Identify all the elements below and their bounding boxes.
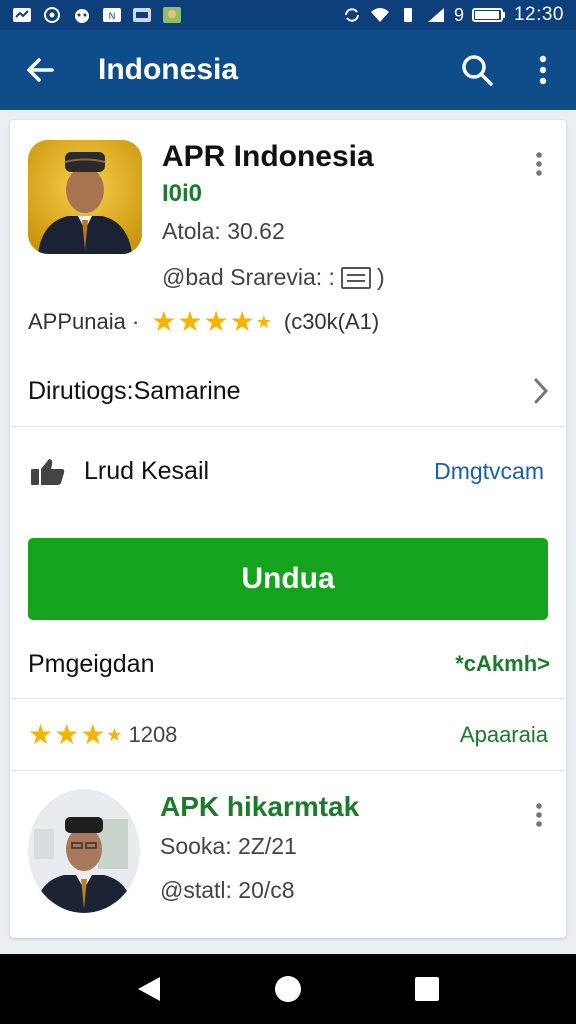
notification-app-icon	[13, 8, 31, 22]
notification-app-icon: N	[103, 8, 121, 22]
related-app-portrait	[28, 789, 140, 913]
app-subtitle: I0i0	[162, 180, 203, 207]
review-stars: ★ ★ ★ ★	[28, 718, 123, 750]
arrow-left-icon	[27, 58, 54, 82]
recents-square-icon	[414, 977, 439, 1001]
star-icon: ★	[151, 306, 177, 337]
back-triangle-icon	[138, 977, 161, 1001]
related-app-version: Sooka: 2Z/21	[160, 833, 297, 859]
system-icons: 9 12:30	[342, 4, 564, 26]
related-app-avatar	[28, 789, 140, 913]
app-developer: @bad Srarevia: : )	[162, 264, 385, 291]
app-name: APR Indonesia	[162, 140, 374, 173]
half-star-icon: ★	[106, 724, 123, 745]
svg-text:N: N	[109, 11, 116, 21]
star-icon: ★	[203, 306, 229, 337]
battery-icon	[471, 8, 505, 22]
wifi-icon	[370, 8, 389, 22]
page-title: Indonesia	[98, 53, 239, 86]
app-category: APPunaia ·	[28, 309, 140, 334]
nav-back-button[interactable]	[119, 959, 179, 1019]
chevron-right-icon	[534, 378, 549, 404]
feature-link[interactable]: Dmgtvcam	[434, 458, 544, 485]
home-circle-icon	[274, 976, 301, 1002]
app-header: APR Indonesia I0i0 Atola: 30.62 @bad Sra…	[10, 120, 566, 368]
star-icon: ★	[177, 306, 203, 337]
data-sync-icon	[344, 8, 359, 22]
related-app-size: @statl: 20/c8	[160, 877, 295, 903]
notification-app-icon	[163, 7, 181, 23]
star-icon: ★	[80, 718, 106, 750]
nav-recents-button[interactable]	[397, 959, 457, 1019]
notification-icons: N	[12, 6, 182, 24]
system-navigation-bar	[0, 954, 576, 1024]
rating-count: (c30k(A1)	[283, 309, 380, 334]
search-icon	[462, 55, 493, 86]
related-app-item[interactable]: APK hikarmtak Sooka: 2Z/21 @statl: 20/c8	[10, 770, 566, 938]
status-bar: N 9 12:30	[0, 0, 576, 30]
permissions-label: Pmgeigdan	[28, 649, 155, 678]
app-version: Atola: 30.62	[162, 218, 285, 244]
star-icon: ★	[54, 718, 80, 750]
permissions-row[interactable]: Pmgeigdan *cAkmh>	[10, 630, 566, 698]
clock: 12:30	[513, 4, 564, 25]
app-more-button[interactable]	[524, 144, 554, 184]
notification-app-icon	[75, 9, 89, 23]
app-icon	[28, 140, 142, 254]
install-button[interactable]: Undua	[28, 538, 548, 620]
nav-home-button[interactable]	[258, 959, 318, 1019]
top-app-bar: Indonesia	[0, 30, 576, 110]
thumbs-up-icon	[31, 458, 65, 485]
reviews-link[interactable]: Apaaraia	[460, 722, 548, 748]
more-vert-icon	[539, 55, 547, 85]
app-icon-portrait	[28, 140, 142, 254]
distribution-row[interactable]: Dirutiogs:Samarine	[10, 356, 566, 426]
developer-label: @bad Srarevia: :	[162, 264, 335, 290]
vibrate-icon	[403, 8, 412, 22]
reviews-count: 1208	[128, 721, 178, 747]
rating-stars: ★ ★ ★ ★ ★	[151, 308, 272, 336]
back-button[interactable]	[0, 30, 80, 110]
developer-icon	[340, 266, 371, 289]
search-button[interactable]	[444, 30, 510, 110]
distribution-label: Dirutiogs:Samarine	[28, 376, 241, 405]
feature-label: Lrud Kesail	[84, 457, 210, 485]
permissions-link[interactable]: *cAkmh>	[455, 651, 550, 677]
rating-row: APPunaia · ★ ★ ★ ★ ★ (c30k(A1)	[28, 308, 379, 336]
overflow-menu-button[interactable]	[510, 30, 576, 110]
more-vert-icon	[536, 152, 542, 176]
related-app-title: APK hikarmtak	[160, 791, 360, 822]
feature-row: Lrud Kesail Dmgtvcam	[10, 426, 566, 516]
related-more-button[interactable]	[524, 795, 554, 835]
reviews-row: ★ ★ ★ ★ 1208 Apaaraia	[10, 698, 566, 770]
star-icon: ★	[229, 306, 255, 337]
more-vert-icon	[536, 803, 542, 827]
app-detail-card: APR Indonesia I0i0 Atola: 30.62 @bad Sra…	[10, 120, 566, 938]
battery-percent: 9	[453, 4, 464, 25]
developer-suffix: )	[376, 264, 385, 290]
signal-icon	[427, 8, 444, 22]
half-star-icon: ★	[255, 312, 272, 332]
star-icon: ★	[28, 718, 54, 750]
notification-app-icon	[44, 7, 60, 23]
notification-app-icon	[133, 8, 151, 22]
